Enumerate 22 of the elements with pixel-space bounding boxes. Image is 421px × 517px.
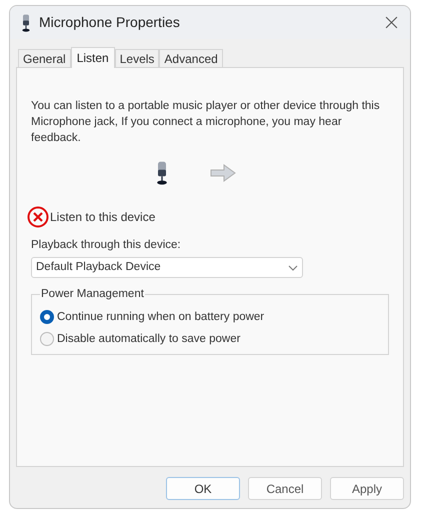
playback-label: Playback through this device: bbox=[31, 238, 182, 253]
checkbox-label: Listen to this device bbox=[50, 209, 156, 226]
radio-button[interactable] bbox=[40, 310, 54, 324]
playback-dropdown[interactable]: Default Playback Device bbox=[31, 257, 303, 278]
window-title: Microphone Properties bbox=[39, 13, 180, 32]
radio-label: Continue running when on battery power bbox=[57, 310, 264, 324]
close-icon[interactable] bbox=[385, 16, 398, 29]
tab[interactable]: General bbox=[18, 49, 71, 67]
dialog-button[interactable]: OK bbox=[166, 477, 240, 500]
microphone-icon bbox=[20, 14, 32, 32]
tab[interactable]: Levels bbox=[114, 49, 160, 67]
dialog-button[interactable]: Apply bbox=[330, 477, 404, 500]
group-title: Power Management bbox=[40, 287, 145, 302]
tab[interactable]: Listen bbox=[70, 47, 115, 68]
chevron-icon bbox=[288, 264, 298, 271]
arrow-icon bbox=[210, 164, 236, 182]
radio-button[interactable] bbox=[40, 332, 54, 346]
description-text: You can listen to a portable music player or other device through this Microphone jack, If you connect a microphone, you may hear feedback. bbox=[31, 99, 381, 146]
dialog-button[interactable]: Cancel bbox=[248, 477, 322, 500]
tab[interactable]: Advanced bbox=[159, 49, 223, 67]
radio-label: Disable automatically to save power bbox=[57, 332, 240, 347]
cross-mark-icon bbox=[27, 206, 49, 228]
